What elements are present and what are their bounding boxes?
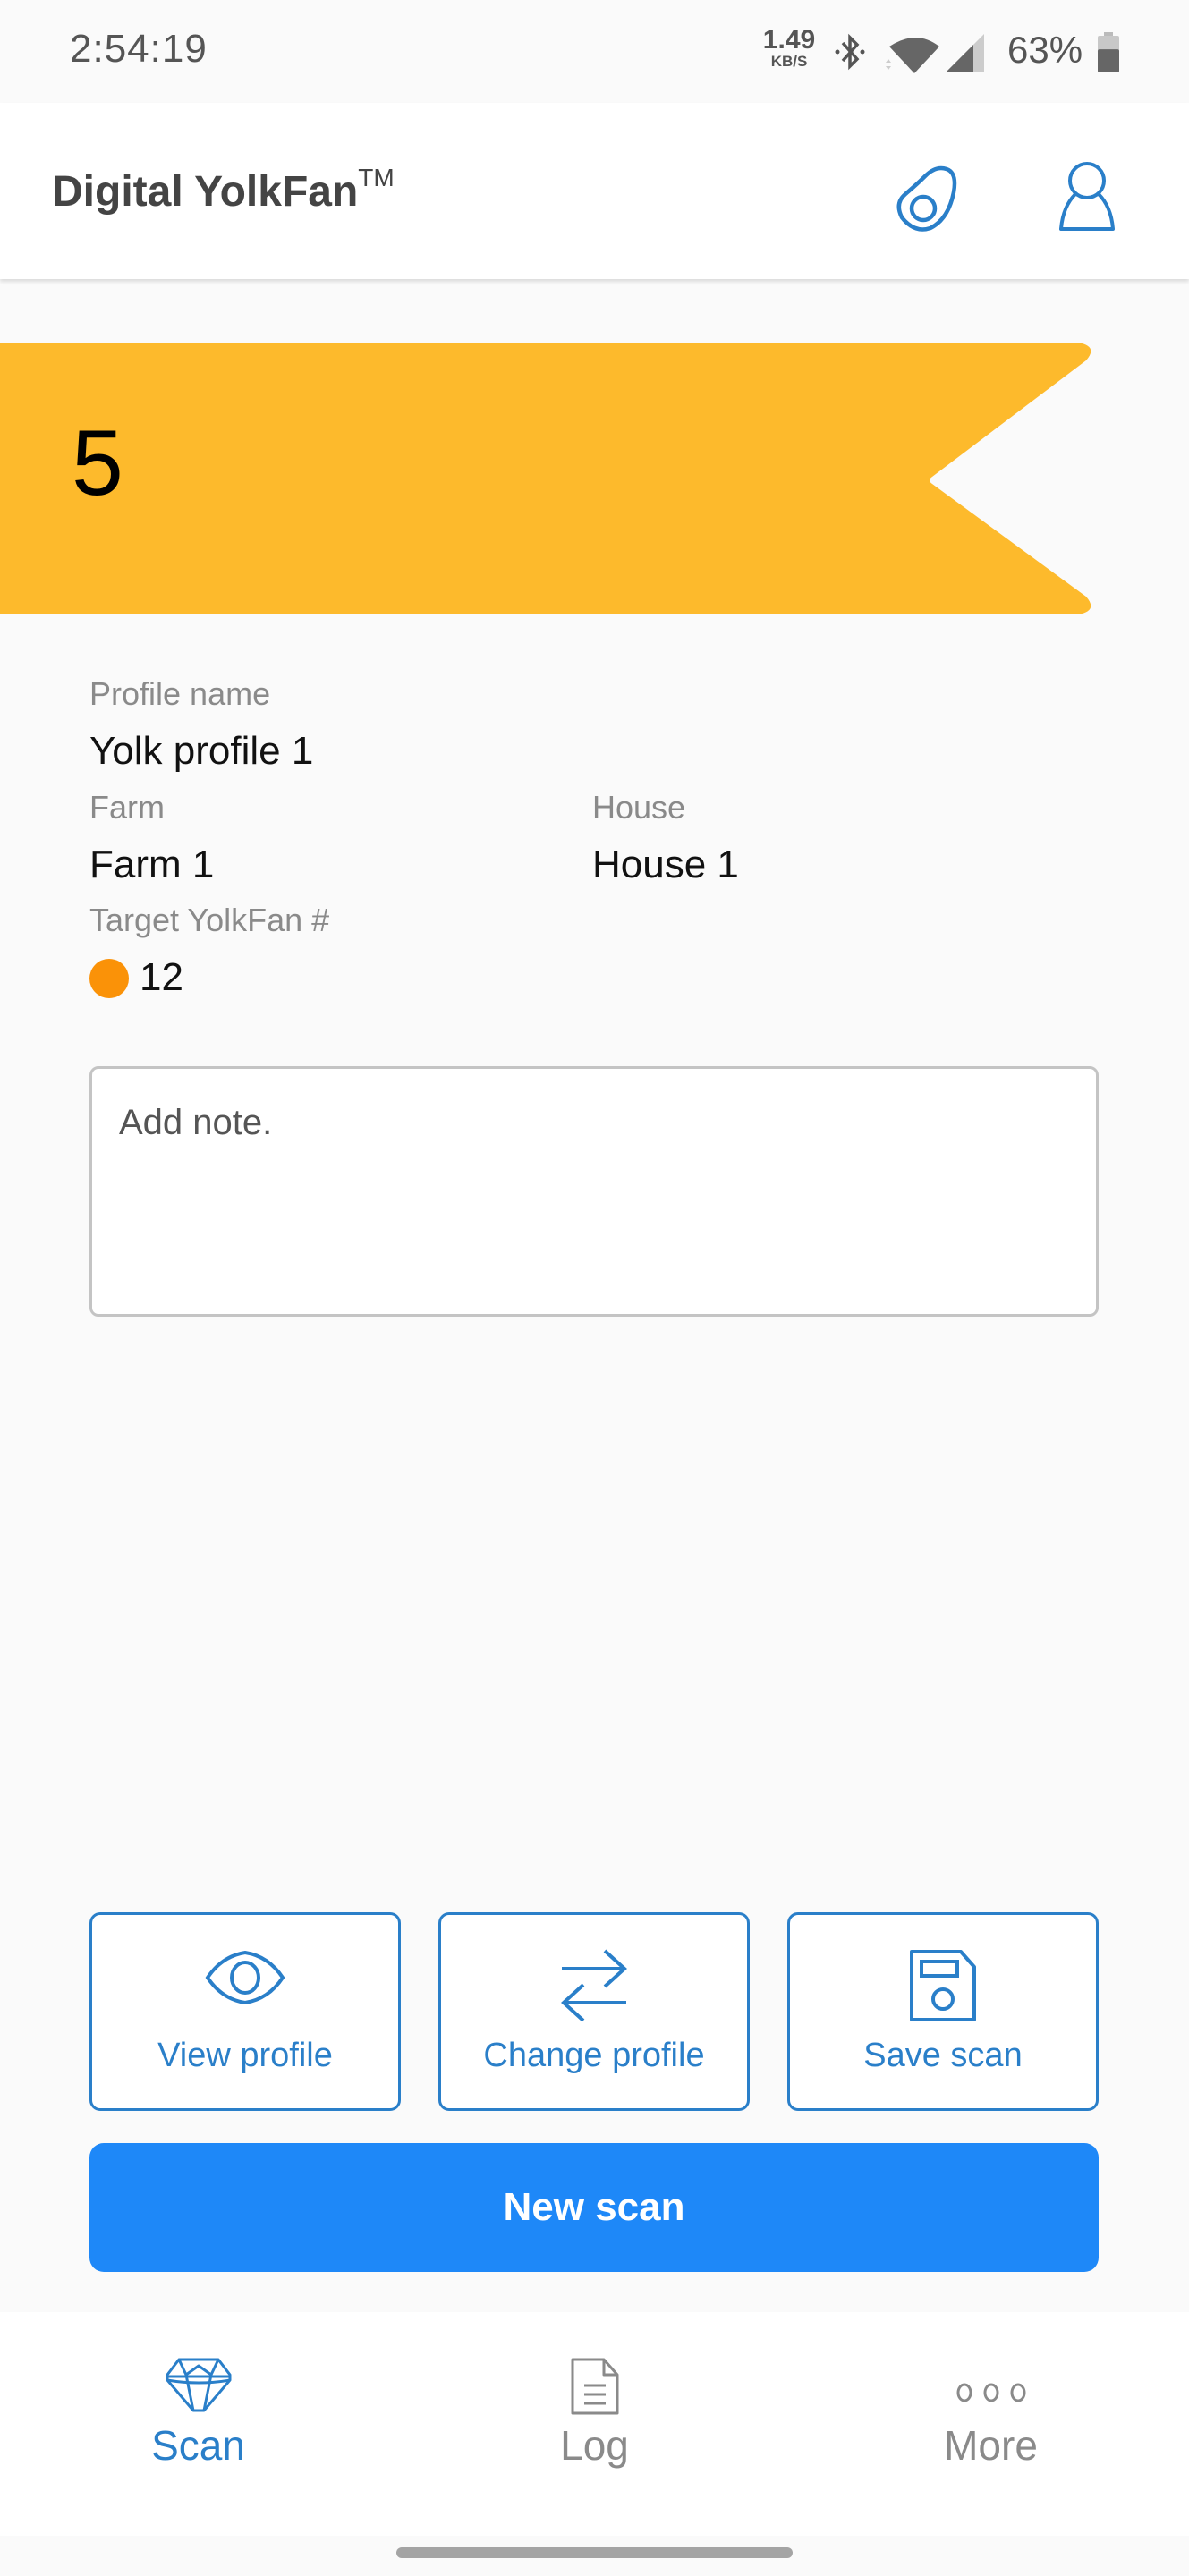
eye-icon — [205, 1950, 285, 2005]
nav-scan-label: Scan — [151, 2422, 245, 2469]
score-banner — [0, 343, 1091, 614]
target-yolkfan-value: 12 — [140, 955, 183, 999]
diamond-icon — [166, 2358, 231, 2412]
farm-label: Farm — [89, 789, 165, 826]
change-profile-button[interactable]: Change profile — [438, 1912, 750, 2111]
home-indicator[interactable] — [396, 2547, 793, 2558]
network-speed-unit: KB/S — [770, 53, 808, 70]
bottom-navigation: Scan Log More — [0, 2312, 1189, 2536]
nav-log-label: Log — [560, 2422, 629, 2469]
document-icon — [571, 2358, 618, 2415]
save-icon — [910, 1950, 976, 2021]
battery-percent: 63% — [1007, 29, 1083, 71]
new-scan-button[interactable]: New scan — [89, 2143, 1099, 2272]
user-icon — [1059, 162, 1115, 231]
app-header: Digital YolkFanTM — [0, 103, 1189, 279]
status-bar: 2:54:19 1.49 KB/S 63% — [0, 0, 1189, 103]
house-value: House 1 — [592, 843, 739, 886]
view-profile-label: View profile — [157, 2037, 333, 2074]
app-title: Digital YolkFanTM — [52, 164, 395, 216]
profile-name-label: Profile name — [89, 675, 271, 712]
view-profile-button[interactable]: View profile — [89, 1912, 401, 2111]
egg-icon — [896, 165, 957, 232]
house-label: House — [592, 789, 686, 826]
save-scan-label: Save scan — [863, 2037, 1023, 2074]
app-title-text: Digital YolkFan — [52, 168, 359, 216]
network-speed-value: 1.49 — [762, 25, 816, 55]
note-input[interactable] — [89, 1066, 1099, 1317]
trademark-symbol: TM — [358, 164, 395, 191]
network-speed: 1.49 KB/S — [762, 27, 816, 70]
user-profile-button[interactable] — [1047, 157, 1127, 237]
farm-value: Farm 1 — [89, 843, 215, 886]
save-scan-button[interactable]: Save scan — [787, 1912, 1099, 2111]
target-color-dot — [89, 959, 129, 998]
target-yolkfan-label: Target YolkFan # — [89, 902, 330, 938]
change-profile-label: Change profile — [483, 2037, 705, 2074]
status-time: 2:54:19 — [70, 27, 208, 71]
cellular-signal-icon — [947, 34, 984, 72]
yolkfan-score: 5 — [72, 411, 123, 515]
nav-tab-more[interactable]: More — [793, 2312, 1189, 2536]
nav-tab-scan[interactable]: Scan — [0, 2312, 396, 2536]
nav-more-label: More — [944, 2422, 1038, 2469]
egg-button[interactable] — [886, 157, 975, 237]
battery-icon — [1098, 32, 1119, 72]
more-dots-icon — [956, 2383, 1025, 2402]
wifi-icon — [886, 38, 939, 73]
nav-tab-log[interactable]: Log — [396, 2312, 793, 2536]
swap-arrows-icon — [561, 1949, 627, 2022]
bluetooth-icon — [835, 33, 865, 71]
profile-name-value: Yolk profile 1 — [89, 729, 314, 773]
